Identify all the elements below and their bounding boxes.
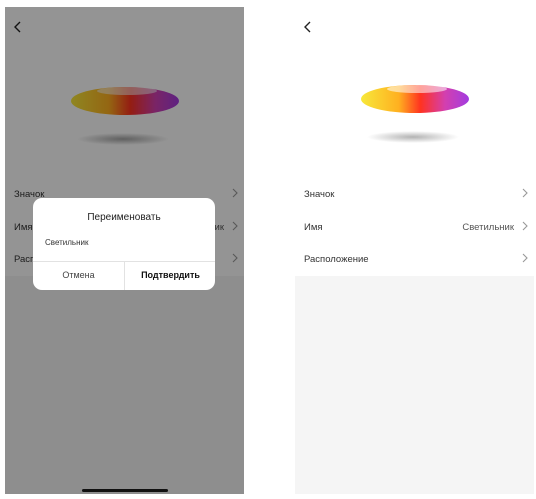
content-area (295, 276, 534, 494)
chevron-left-icon (304, 21, 311, 33)
row-label: Имя (304, 222, 323, 233)
row-value: Светильник (462, 222, 514, 233)
row-name[interactable]: Имя Светильник (295, 212, 534, 242)
right-phone-screen: Значок Имя Светильник Расположение (295, 7, 534, 494)
rename-dialog: Переименовать Светильник Отмена Подтверд… (33, 198, 215, 290)
chevron-right-icon (522, 221, 528, 231)
name-input[interactable]: Светильник (45, 238, 88, 247)
confirm-button[interactable]: Подтвердить (125, 261, 215, 290)
left-phone-screen: Значок Имя Светильник Расположение Переи… (5, 7, 244, 494)
row-label: Расположение (304, 254, 369, 265)
chevron-right-icon (522, 188, 528, 198)
back-button[interactable] (303, 20, 317, 36)
lamp-image (355, 79, 475, 159)
chevron-right-icon (522, 253, 528, 263)
home-indicator[interactable] (82, 489, 168, 492)
dialog-title: Переименовать (87, 212, 161, 223)
row-label: Значок (304, 189, 335, 200)
cancel-button[interactable]: Отмена (33, 261, 124, 290)
row-location[interactable]: Расположение (295, 244, 534, 274)
row-icon[interactable]: Значок (295, 179, 534, 209)
